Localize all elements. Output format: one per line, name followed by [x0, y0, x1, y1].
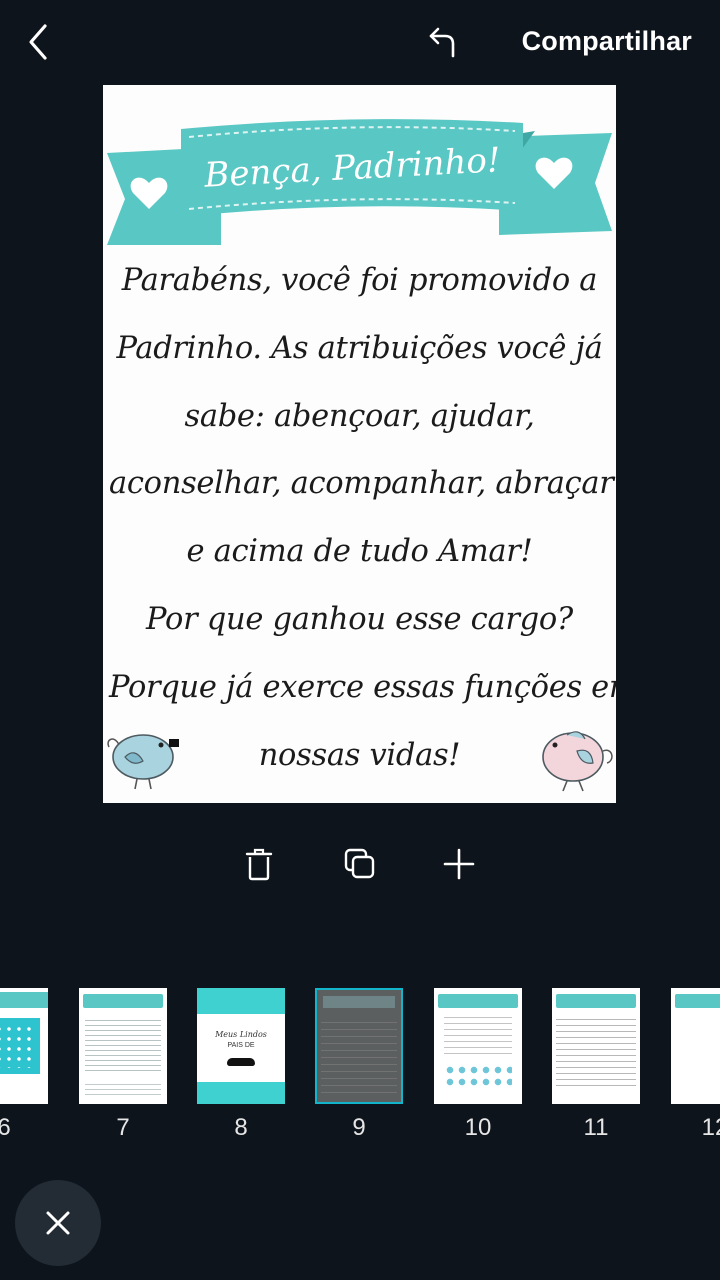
page-thumbnail-11[interactable] — [552, 988, 640, 1104]
trash-icon — [245, 848, 273, 881]
page-number: 10 — [464, 1114, 492, 1141]
card-message: Parabéns, você foi promovido a Padrinho.… — [109, 247, 616, 789]
close-icon — [46, 1211, 70, 1235]
card-line: aconselhar, acompanhar, abraçar — [109, 466, 614, 502]
page-thumbnail-12[interactable] — [671, 988, 720, 1104]
delete-page-button[interactable] — [233, 838, 285, 890]
card-line: Por que ganhou esse cargo? — [146, 601, 573, 637]
page-number: 11 — [583, 1114, 609, 1141]
card-line: Padrinho. As atribuições você já — [116, 330, 603, 366]
page-thumbnail-9[interactable] — [315, 988, 403, 1104]
add-page-button[interactable] — [433, 838, 485, 890]
thumbnail-text: PAIS DE — [227, 1042, 255, 1049]
duplicate-icon — [344, 848, 375, 879]
page-thumbnail-6[interactable] — [0, 988, 48, 1104]
page-number: 9 — [352, 1114, 366, 1141]
page-number: 6 — [0, 1114, 11, 1141]
share-button[interactable]: Compartilhar — [522, 26, 692, 57]
thumbnail-text: Meus Lindos — [215, 1030, 267, 1039]
page-number: 7 — [116, 1114, 130, 1141]
undo-icon — [429, 27, 455, 58]
undo-button[interactable] — [424, 22, 464, 62]
mustache-icon — [227, 1058, 255, 1066]
page-number: 12 — [701, 1114, 720, 1141]
page-number: 8 — [234, 1114, 248, 1141]
page-strip[interactable]: 6 7 Meus Lindos PAIS DE 8 9 10 11 12 — [0, 988, 720, 1158]
card-line: Porque já exerce essas funções em — [109, 669, 616, 705]
card-line: Parabéns, você foi promovido a — [121, 263, 598, 298]
page-thumbnail-8[interactable]: Meus Lindos PAIS DE — [197, 988, 285, 1104]
page-thumbnail-10[interactable] — [434, 988, 522, 1104]
duplicate-page-button[interactable] — [334, 838, 386, 890]
plus-icon — [443, 848, 475, 880]
top-bar: Compartilhar — [0, 0, 720, 84]
page-thumbnail-7[interactable] — [79, 988, 167, 1104]
pink-bird-illustration — [542, 731, 613, 792]
chevron-left-icon — [29, 24, 47, 60]
banner-ribbon: Bença, Padrinho! — [107, 119, 612, 245]
blue-bird-illustration — [107, 734, 179, 790]
back-button[interactable] — [18, 22, 58, 62]
page-toolbar — [0, 838, 720, 890]
card-line: e acima de tudo Amar! — [186, 534, 533, 570]
card-canvas[interactable]: Bença, Padrinho! Parabéns, você foi prom… — [103, 85, 616, 803]
close-button[interactable] — [15, 1180, 101, 1266]
card-line: sabe: abençoar, ajudar, — [184, 398, 535, 434]
